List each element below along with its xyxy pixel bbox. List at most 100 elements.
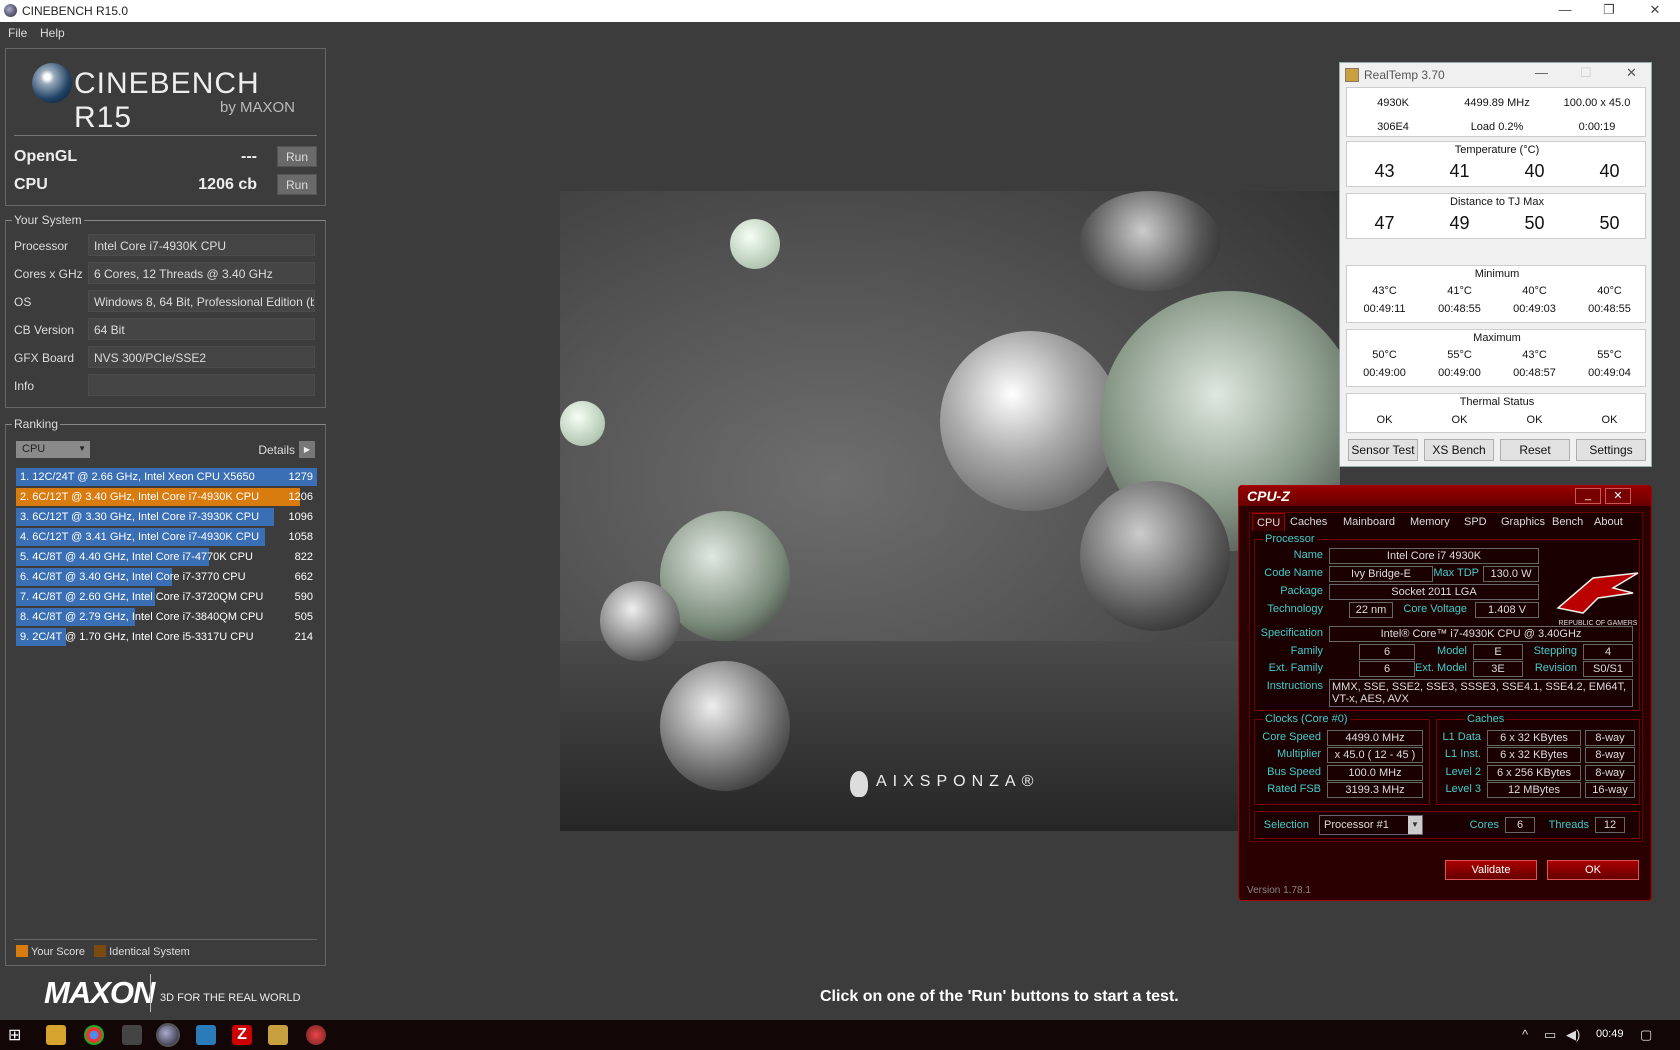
taskbar: ⊞ Z ^ ▭ ◀) 00:49 ▢	[0, 1020, 1680, 1050]
info-input[interactable]	[88, 374, 315, 396]
menu-file[interactable]: File	[8, 26, 27, 40]
ext-family-label: Ext. Family	[1268, 662, 1323, 674]
level2: 6 x 256 KBytes	[1487, 765, 1581, 781]
windows-start-icon[interactable]: ⊞	[8, 1025, 28, 1045]
app-icon[interactable]	[306, 1025, 326, 1045]
ranking-row[interactable]: 8. 4C/8T @ 2.79 GHz, Intel Core i7-3840Q…	[16, 608, 317, 626]
selection-row: Selection Processor #1 ▼ Cores 6 Threads …	[1254, 811, 1640, 839]
ranking-row[interactable]: 1. 12C/24T @ 2.66 GHz, Intel Xeon CPU X5…	[16, 468, 317, 486]
processor-group-title: Processor	[1263, 533, 1317, 545]
ranking-select[interactable]: CPU ▼	[16, 441, 90, 458]
realtemp-close-button[interactable]: ✕	[1626, 65, 1637, 81]
tab-memory[interactable]: Memory	[1406, 513, 1454, 531]
package-label: Package	[1280, 585, 1323, 597]
minimum-box: Minimum 43°C 41°C 40°C 40°C 00:49:11 00:…	[1346, 265, 1646, 323]
minimize-button[interactable]: —	[1550, 2, 1580, 17]
ranking-row[interactable]: 7. 4C/8T @ 2.60 GHz, Intel Core i7-3720Q…	[16, 588, 317, 606]
min-temp: 43°C	[1372, 285, 1397, 297]
tab-spd[interactable]: SPD	[1460, 513, 1491, 531]
cpuz-minimize-button[interactable]: _	[1575, 488, 1601, 504]
tab-caches[interactable]: Caches	[1286, 513, 1331, 531]
chevron-up-icon[interactable]: ^	[1522, 1027, 1528, 1042]
cpuz-taskbar-icon[interactable]: Z	[232, 1025, 252, 1045]
maximum-box: Maximum 50°C 55°C 43°C 55°C 00:49:00 00:…	[1346, 329, 1646, 387]
details-arrow-button[interactable]: ▶	[299, 441, 315, 458]
tab-graphics[interactable]: Graphics	[1497, 513, 1549, 531]
volume-icon[interactable]: ◀)	[1566, 1027, 1580, 1043]
processor-label: Processor	[14, 239, 69, 253]
cpu-multiplier: 100.00 x 45.0	[1563, 97, 1631, 109]
ranking-row[interactable]: 3. 6C/12T @ 3.30 GHz, Intel Core i7-3930…	[16, 508, 317, 526]
realtemp-taskbar-icon[interactable]	[268, 1025, 288, 1045]
window-title: CINEBENCH R15.0	[22, 4, 129, 18]
caches-group-title: Caches	[1465, 713, 1507, 725]
sensor-test-button[interactable]: Sensor Test	[1348, 439, 1418, 461]
ranking-row[interactable]: 9. 2C/4T @ 1.70 GHz, Intel Core i5-3317U…	[16, 628, 317, 646]
cpuz-close-button[interactable]: ✕	[1605, 488, 1631, 504]
settings-button[interactable]: Settings	[1576, 439, 1646, 461]
ranking-label: 7. 4C/8T @ 2.60 GHz, Intel Core i7-3720Q…	[20, 591, 264, 603]
l1-data-assoc: 8-way	[1585, 730, 1635, 746]
ok-button[interactable]: OK	[1547, 860, 1639, 880]
file-explorer-icon[interactable]	[46, 1025, 66, 1045]
ranking-row[interactable]: 4. 6C/12T @ 3.41 GHz, Intel Core i7-4930…	[16, 528, 317, 546]
revision: S0/S1	[1583, 661, 1633, 677]
max-time: 00:49:04	[1588, 367, 1631, 379]
app-icon[interactable]	[122, 1025, 142, 1045]
cb-version-label: CB Version	[14, 323, 75, 337]
cores-row: Cores x GHz 6 Cores, 12 Threads @ 3.40 GH…	[14, 262, 315, 284]
package: Socket 2011 LGA	[1329, 584, 1539, 600]
opengl-run-button[interactable]: Run	[277, 146, 317, 167]
legend-your-score: Your Score	[31, 946, 86, 958]
clock[interactable]: 00:49	[1596, 1028, 1624, 1040]
network-icon[interactable]: ▭	[1544, 1027, 1556, 1043]
monitor-app-icon[interactable]	[196, 1025, 216, 1045]
cb-version-value: 64 Bit	[88, 318, 315, 340]
min-time: 00:48:55	[1438, 303, 1481, 315]
tab-cpu[interactable]: CPU	[1252, 513, 1286, 531]
opengl-score: ---	[241, 148, 257, 165]
cpu-run-button[interactable]: Run	[277, 174, 317, 195]
level3: 12 MBytes	[1487, 782, 1581, 798]
max-temp: 43°C	[1522, 349, 1547, 361]
min-temp: 41°C	[1447, 285, 1472, 297]
ranking-row[interactable]: 5. 4C/8T @ 4.40 GHz, Intel Core i7-4770K…	[16, 548, 317, 566]
identical-swatch	[94, 945, 107, 957]
core-voltage-label: Core Voltage	[1403, 603, 1467, 615]
ext-model: 3E	[1473, 661, 1523, 677]
ext-model-label: Ext. Model	[1415, 662, 1467, 674]
clocks-group-title: Clocks (Core #0)	[1263, 713, 1350, 725]
processor-value: Intel Core i7-4930K CPU	[88, 234, 315, 256]
processor-select[interactable]: Processor #1 ▼	[1319, 815, 1423, 835]
tab-mainboard[interactable]: Mainboard	[1339, 513, 1399, 531]
realtemp-minimize-button[interactable]: —	[1535, 65, 1548, 80]
render-sphere	[1080, 481, 1230, 631]
level2-assoc: 8-way	[1585, 765, 1635, 781]
cpu-label: CPU	[14, 176, 48, 193]
tab-about[interactable]: About	[1590, 513, 1627, 531]
info-label: Info	[14, 379, 35, 393]
multiplier-label: Multiplier	[1276, 748, 1321, 760]
by-maxon: by MAXON	[219, 99, 295, 116]
ranking-row[interactable]: 2. 6C/12T @ 3.40 GHz, Intel Core i7-4930…	[16, 488, 317, 506]
min-temp: 40°C	[1597, 285, 1622, 297]
codename-label: Code Name	[1264, 567, 1323, 579]
chrome-icon[interactable]	[84, 1025, 104, 1045]
cpu-load: Load 0.2%	[1470, 121, 1524, 133]
max-temp: 55°C	[1447, 349, 1472, 361]
ranking-row[interactable]: 6. 4C/8T @ 3.40 GHz, Intel Core i7-3770 …	[16, 568, 317, 586]
cinebench-taskbar-icon[interactable]	[156, 1023, 180, 1047]
xs-bench-button[interactable]: XS Bench	[1424, 439, 1494, 461]
l1-inst-assoc: 8-way	[1585, 747, 1635, 763]
tab-bench[interactable]: Bench	[1548, 513, 1587, 531]
close-button[interactable]: ✕	[1640, 2, 1670, 18]
validate-button[interactable]: Validate	[1445, 860, 1537, 880]
notifications-icon[interactable]: ▢	[1640, 1027, 1652, 1043]
reset-button[interactable]: Reset	[1500, 439, 1570, 461]
cpu-id: 306E4	[1377, 121, 1409, 133]
menu-help[interactable]: Help	[40, 26, 65, 40]
maximize-button[interactable]: ❐	[1594, 2, 1624, 18]
thermal-status: OK	[1601, 414, 1618, 426]
model: E	[1473, 644, 1523, 660]
render-sphere	[940, 331, 1120, 511]
